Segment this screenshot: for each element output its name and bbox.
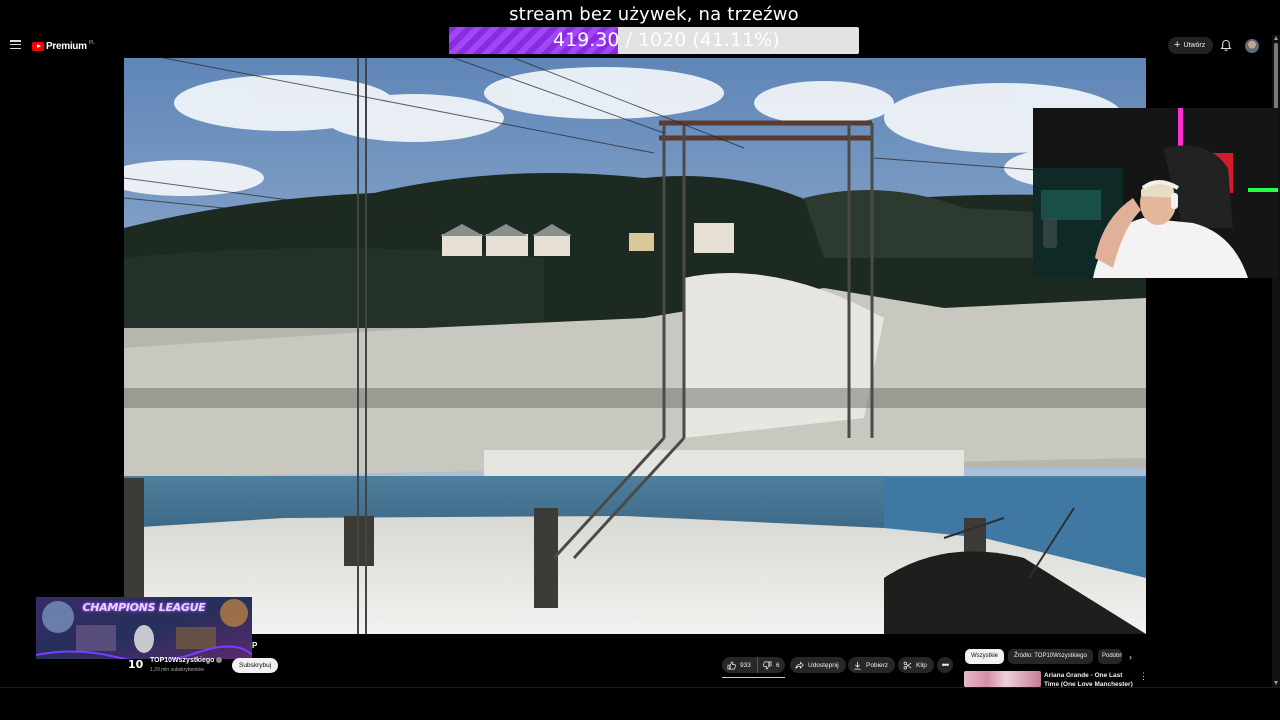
video-title-fragment: P xyxy=(252,641,258,650)
scrollbar-thumb[interactable] xyxy=(1274,43,1278,113)
recommendation-menu-icon[interactable]: ⋮ xyxy=(1139,671,1148,682)
channel-name[interactable]: TOP10Wszystkiego xyxy=(150,657,223,664)
stream-title-overlay: stream bez używek, na trzeźwo xyxy=(509,4,799,25)
bottom-divider xyxy=(0,687,1280,688)
plus-icon: + xyxy=(1174,39,1181,51)
scroll-up-arrow-icon[interactable] xyxy=(1274,36,1278,40)
dislike-button[interactable]: 6 xyxy=(758,657,780,673)
country-code: PL xyxy=(88,39,95,46)
download-icon xyxy=(854,661,861,670)
share-button[interactable]: Udostępnij xyxy=(790,657,846,673)
youtube-header: Premium PL + Utwórz xyxy=(0,35,1272,57)
notifications-bell-icon[interactable] xyxy=(1220,39,1232,52)
video-frame-dam-construction xyxy=(124,58,1146,634)
like-button[interactable]: 933 xyxy=(722,657,758,673)
recommendation-thumbnail[interactable] xyxy=(964,671,1041,687)
scroll-down-arrow-icon[interactable] xyxy=(1274,681,1278,685)
youtube-play-icon xyxy=(32,41,44,51)
clip-button[interactable]: Klip xyxy=(898,657,934,673)
hamburger-menu-icon[interactable] xyxy=(10,40,21,50)
download-label: Pobierz xyxy=(866,661,889,669)
subscriber-count: 1,29 mln subskrybentów xyxy=(150,667,204,673)
chip-source-channel[interactable]: Źródło: TOP10Wszystkiego xyxy=(1008,649,1093,664)
chevron-right-icon[interactable]: › xyxy=(1129,652,1132,662)
more-actions-button[interactable]: ••• xyxy=(937,657,953,673)
verified-check-icon xyxy=(216,657,223,663)
logo-text: Premium xyxy=(46,40,87,52)
dislike-count: 6 xyxy=(776,661,780,669)
webcam-feed xyxy=(1033,108,1278,278)
subscribe-button[interactable]: Subskrybuj xyxy=(232,658,279,673)
chip-all[interactable]: Wszystkie xyxy=(965,649,1004,664)
youtube-premium-logo[interactable]: Premium PL xyxy=(32,40,95,52)
scissors-icon xyxy=(903,661,912,669)
user-avatar[interactable] xyxy=(1245,39,1259,53)
thumbs-up-icon xyxy=(727,661,736,669)
champions-league-overlay: CHAMPIONS LEAGUE xyxy=(36,597,252,659)
download-button[interactable]: Pobierz xyxy=(848,657,896,673)
create-button[interactable]: + Utwórz xyxy=(1168,37,1214,54)
like-indicator-line xyxy=(722,677,785,678)
channel-avatar[interactable]: 10 xyxy=(128,658,143,671)
like-dislike-group: 933 6 xyxy=(722,657,785,673)
share-icon xyxy=(795,661,804,669)
chip-related[interactable]: Podobne xyxy=(1098,649,1122,664)
like-count: 933 xyxy=(740,661,751,669)
create-label: Utwórz xyxy=(1183,42,1206,49)
champions-league-text: CHAMPIONS LEAGUE xyxy=(82,601,206,614)
streamer-webcam xyxy=(1033,108,1278,278)
clip-label: Klip xyxy=(916,661,927,669)
channel-name-text: TOP10Wszystkiego xyxy=(150,657,215,664)
thumbs-down-icon xyxy=(763,661,772,669)
video-player[interactable] xyxy=(124,58,1146,634)
share-label: Udostępnij xyxy=(808,661,839,669)
